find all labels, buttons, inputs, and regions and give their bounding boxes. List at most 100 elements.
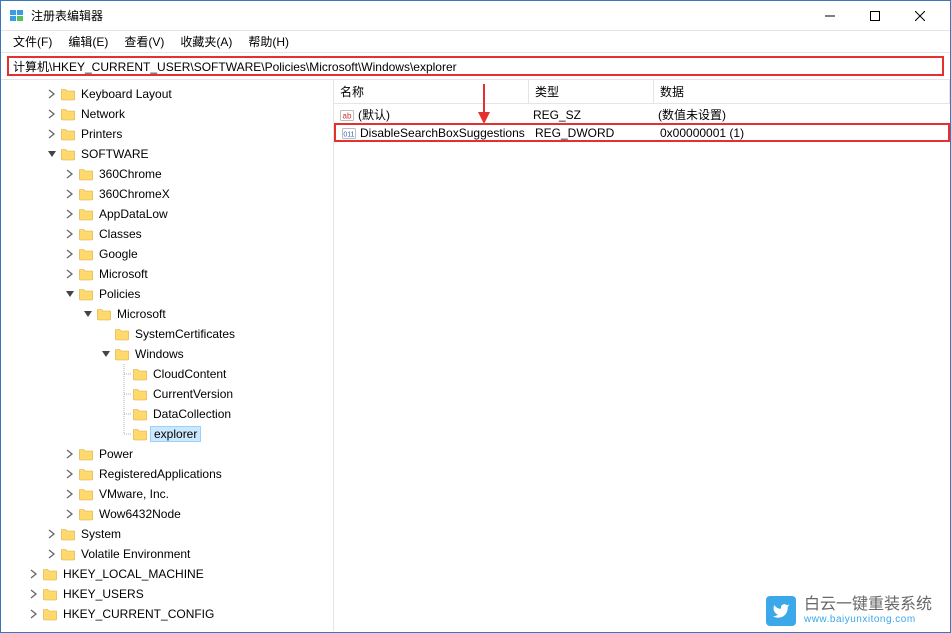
tree-item[interactable]: System xyxy=(1,524,333,544)
reg-dword-icon: 011 xyxy=(342,126,356,140)
folder-icon xyxy=(60,526,76,542)
tree-expander-icon xyxy=(117,424,131,444)
menu-help[interactable]: 帮助(H) xyxy=(240,31,297,52)
watermark-url: www.baiyunxitong.com xyxy=(804,614,932,626)
tree-expander-icon[interactable] xyxy=(63,227,77,241)
watermark: 白云一键重装系统 www.baiyunxitong.com xyxy=(766,596,932,626)
tree-expander-icon[interactable] xyxy=(45,547,59,561)
tree-expander-icon[interactable] xyxy=(63,207,77,221)
watermark-logo-icon xyxy=(766,596,796,626)
folder-icon xyxy=(132,366,148,382)
tree-item[interactable]: RegisteredApplications xyxy=(1,464,333,484)
values-list[interactable]: ab(默认)REG_SZ(数值未设置)011DisableSearchBoxSu… xyxy=(334,104,950,631)
folder-icon xyxy=(78,266,94,282)
tree-item[interactable]: HKEY_LOCAL_MACHINE xyxy=(1,564,333,584)
tree-item[interactable]: Power xyxy=(1,444,333,464)
minimize-button[interactable] xyxy=(807,1,852,30)
menu-view[interactable]: 查看(V) xyxy=(116,31,172,52)
tree-item[interactable]: VMware, Inc. xyxy=(1,484,333,504)
tree-item[interactable]: Keyboard Layout xyxy=(1,84,333,104)
values-header: 名称 类型 数据 xyxy=(334,80,950,104)
tree-expander-icon[interactable] xyxy=(99,347,113,361)
tree-item-label: Wow6432Node xyxy=(97,507,183,521)
value-data: 0x00000001 (1) xyxy=(656,126,946,140)
tree-item[interactable]: Policies xyxy=(1,284,333,304)
tree-expander-icon[interactable] xyxy=(27,587,41,601)
tree-expander-icon[interactable] xyxy=(63,447,77,461)
tree-expander-icon[interactable] xyxy=(45,527,59,541)
tree-expander-icon[interactable] xyxy=(45,127,59,141)
regedit-app-icon xyxy=(9,8,25,24)
folder-icon xyxy=(78,186,94,202)
header-type[interactable]: 类型 xyxy=(529,80,654,103)
folder-icon xyxy=(78,206,94,222)
folder-icon xyxy=(60,146,76,162)
tree-item[interactable]: HKEY_USERS xyxy=(1,584,333,604)
tree-item[interactable]: CloudContent xyxy=(1,364,333,384)
menubar: 文件(F) 编辑(E) 查看(V) 收藏夹(A) 帮助(H) xyxy=(1,31,950,53)
window-title: 注册表编辑器 xyxy=(31,7,807,24)
tree-item-label: HKEY_CURRENT_CONFIG xyxy=(61,607,216,621)
tree-item-label: SystemCertificates xyxy=(133,327,237,341)
tree-item[interactable]: Wow6432Node xyxy=(1,504,333,524)
value-row[interactable]: 011DisableSearchBoxSuggestionsREG_DWORD0… xyxy=(334,123,950,142)
close-button[interactable] xyxy=(897,1,942,30)
header-data[interactable]: 数据 xyxy=(654,80,950,103)
tree-item[interactable]: AppDataLow xyxy=(1,204,333,224)
address-input[interactable] xyxy=(7,56,944,76)
tree-item[interactable]: CurrentVersion xyxy=(1,384,333,404)
registry-tree: Keyboard LayoutNetworkPrintersSOFTWARE36… xyxy=(1,84,333,624)
tree-expander-icon[interactable] xyxy=(27,567,41,581)
window-controls xyxy=(807,1,942,30)
reg-string-icon: ab xyxy=(340,108,354,122)
folder-icon xyxy=(132,406,148,422)
tree-item[interactable]: Microsoft xyxy=(1,264,333,284)
tree-pane[interactable]: Keyboard LayoutNetworkPrintersSOFTWARE36… xyxy=(1,80,334,631)
tree-item[interactable]: DataCollection xyxy=(1,404,333,424)
tree-item[interactable]: SOFTWARE xyxy=(1,144,333,164)
value-row[interactable]: ab(默认)REG_SZ(数值未设置) xyxy=(334,105,950,124)
tree-item[interactable]: 360ChromeX xyxy=(1,184,333,204)
folder-icon xyxy=(60,126,76,142)
tree-item-label: VMware, Inc. xyxy=(97,487,171,501)
tree-expander-icon[interactable] xyxy=(81,307,95,321)
tree-item[interactable]: Windows xyxy=(1,344,333,364)
tree-expander-icon[interactable] xyxy=(45,107,59,121)
tree-item-label: Windows xyxy=(133,347,186,361)
tree-item-label: Microsoft xyxy=(97,267,150,281)
folder-icon xyxy=(78,506,94,522)
tree-item-label: DataCollection xyxy=(151,407,233,421)
folder-icon xyxy=(78,466,94,482)
menu-file[interactable]: 文件(F) xyxy=(5,31,60,52)
tree-expander-icon[interactable] xyxy=(63,287,77,301)
menu-edit[interactable]: 编辑(E) xyxy=(60,31,116,52)
tree-item-label: AppDataLow xyxy=(97,207,170,221)
tree-item[interactable]: Classes xyxy=(1,224,333,244)
tree-expander-icon[interactable] xyxy=(63,467,77,481)
maximize-button[interactable] xyxy=(852,1,897,30)
tree-item[interactable]: Volatile Environment xyxy=(1,544,333,564)
tree-expander-icon[interactable] xyxy=(63,267,77,281)
tree-expander-icon[interactable] xyxy=(63,247,77,261)
tree-item[interactable]: Printers xyxy=(1,124,333,144)
tree-expander-icon[interactable] xyxy=(63,507,77,521)
value-type: REG_DWORD xyxy=(531,126,656,140)
menu-favorites[interactable]: 收藏夹(A) xyxy=(172,31,240,52)
values-pane: 名称 类型 数据 ab(默认)REG_SZ(数值未设置)011DisableSe… xyxy=(334,80,950,631)
tree-expander-icon[interactable] xyxy=(63,487,77,501)
header-name[interactable]: 名称 xyxy=(334,80,529,103)
tree-item[interactable]: HKEY_CURRENT_CONFIG xyxy=(1,604,333,624)
tree-item[interactable]: Google xyxy=(1,244,333,264)
tree-item[interactable]: explorer xyxy=(1,424,333,444)
folder-icon xyxy=(60,546,76,562)
tree-item-label: Policies xyxy=(97,287,142,301)
tree-expander-icon[interactable] xyxy=(27,607,41,621)
tree-item[interactable]: 360Chrome xyxy=(1,164,333,184)
tree-expander-icon[interactable] xyxy=(45,87,59,101)
tree-expander-icon[interactable] xyxy=(45,147,59,161)
tree-expander-icon[interactable] xyxy=(63,167,77,181)
tree-item[interactable]: Microsoft xyxy=(1,304,333,324)
tree-expander-icon[interactable] xyxy=(63,187,77,201)
tree-item[interactable]: Network xyxy=(1,104,333,124)
tree-item[interactable]: SystemCertificates xyxy=(1,324,333,344)
